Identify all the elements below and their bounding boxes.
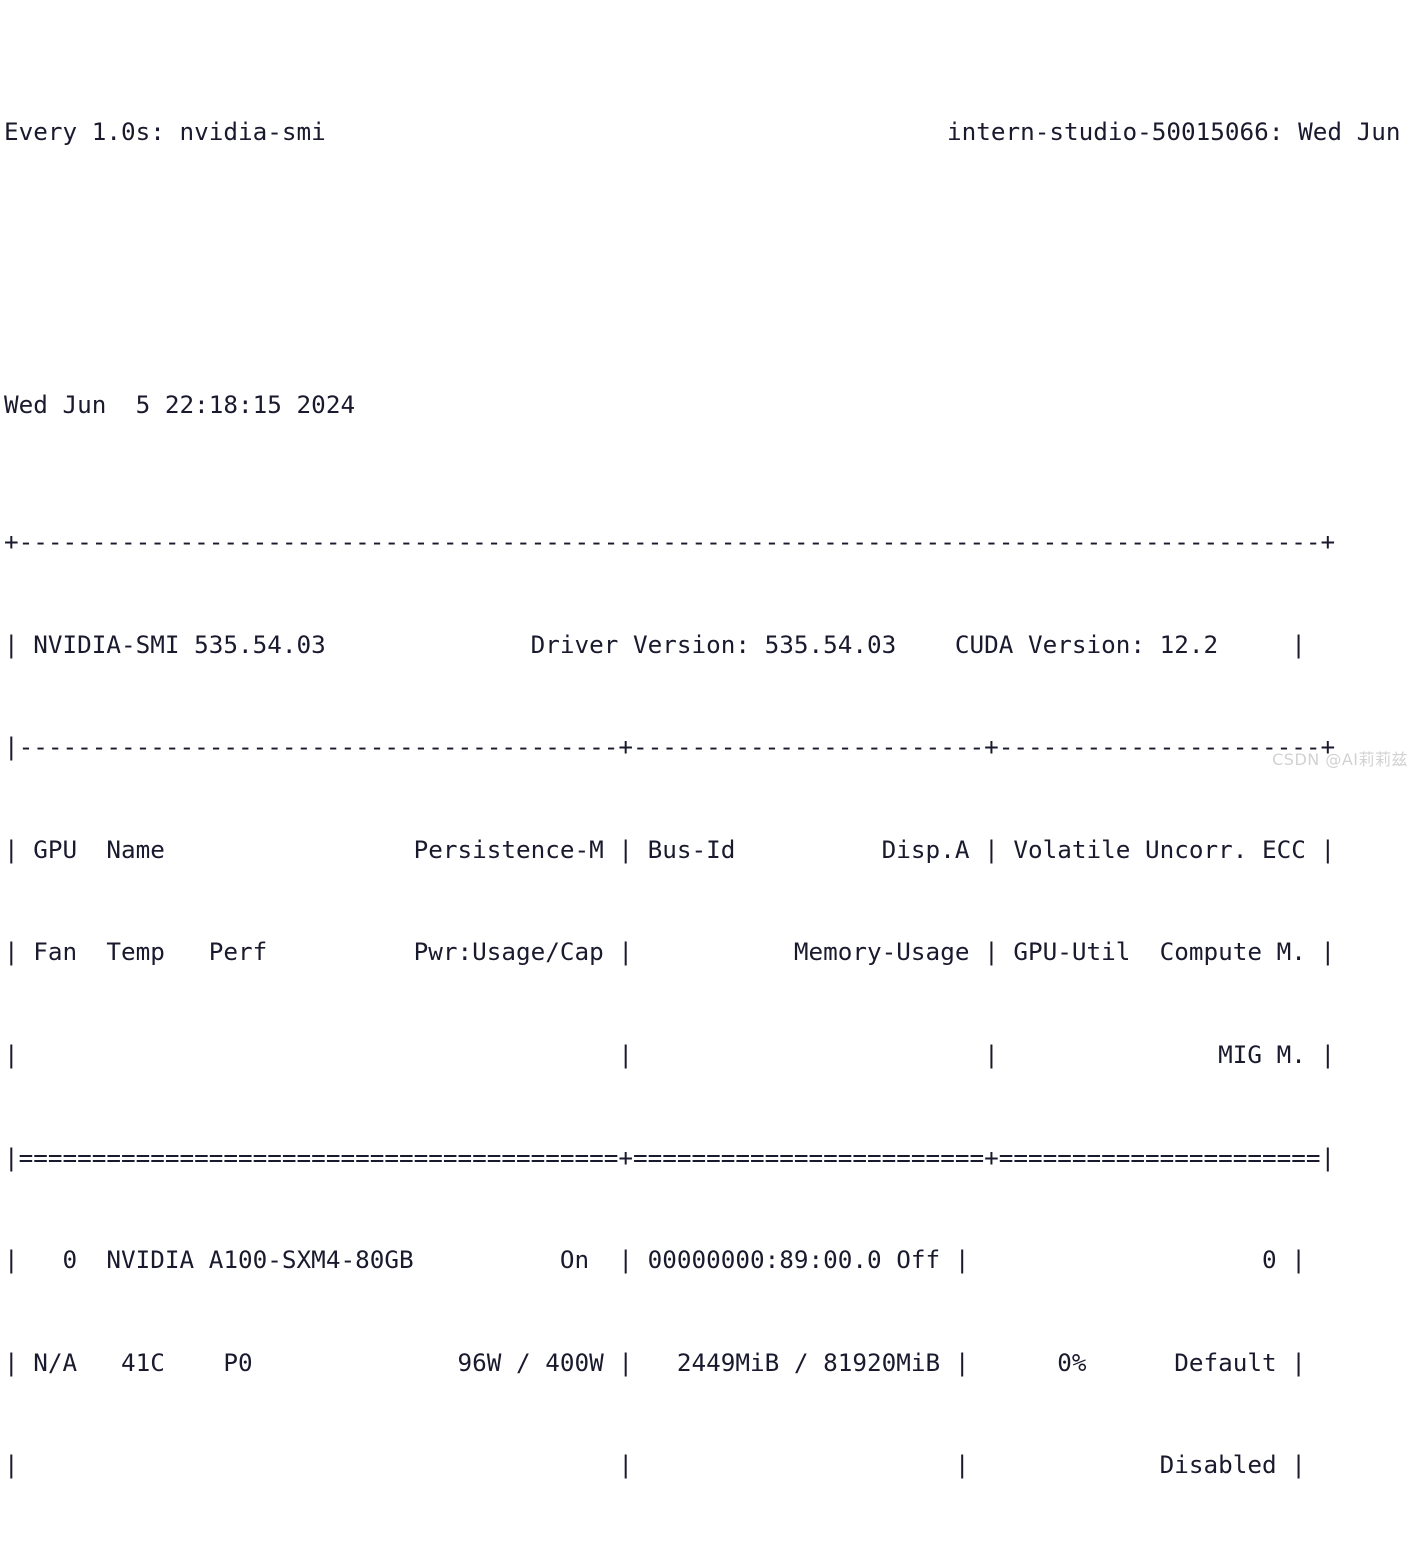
terminal-output: Every 1.0s: nvidia-smi intern-studio-500… xyxy=(0,0,1422,1560)
gpu-row-line-3: | | | Disabled | xyxy=(4,1450,1306,1480)
blank-line-1 xyxy=(4,251,1422,285)
smi-border-bottom: +---------------------------------------… xyxy=(4,1551,1422,1560)
smi-border-top: +---------------------------------------… xyxy=(4,527,1336,556)
timestamp-line: Wed Jun 5 22:18:15 2024 xyxy=(4,390,356,420)
watch-interval-label: Every 1.0s: nvidia-smi xyxy=(4,116,326,146)
gpu-row-line-1: | 0 NVIDIA A100-SXM4-80GB On | 00000000:… xyxy=(4,1245,1306,1275)
smi-border-mid: |---------------------------------------… xyxy=(4,732,1336,762)
smi-border-equals: |=======================================… xyxy=(4,1142,1336,1172)
smi-column-header-row-2: | Fan Temp Perf Pwr:Usage/Cap | Memory-U… xyxy=(4,937,1336,967)
watch-host-date-label: intern-studio-50015066: Wed Jun xyxy=(947,116,1401,146)
smi-column-header-row-3: | | | MIG M. | xyxy=(4,1039,1336,1069)
gpu-row-line-2: | N/A 41C P0 96W / 400W | 2449MiB / 8192… xyxy=(4,1347,1306,1377)
csdn-watermark: CSDN @AI莉莉兹 xyxy=(1272,750,1408,769)
watch-header-row: Every 1.0s: nvidia-smi intern-studio-500… xyxy=(4,115,1422,149)
smi-version-line: | NVIDIA-SMI 535.54.03 Driver Version: 5… xyxy=(4,629,1306,659)
smi-column-header-row-1: | GPU Name Persistence-M | Bus-Id Disp.A… xyxy=(4,834,1336,864)
